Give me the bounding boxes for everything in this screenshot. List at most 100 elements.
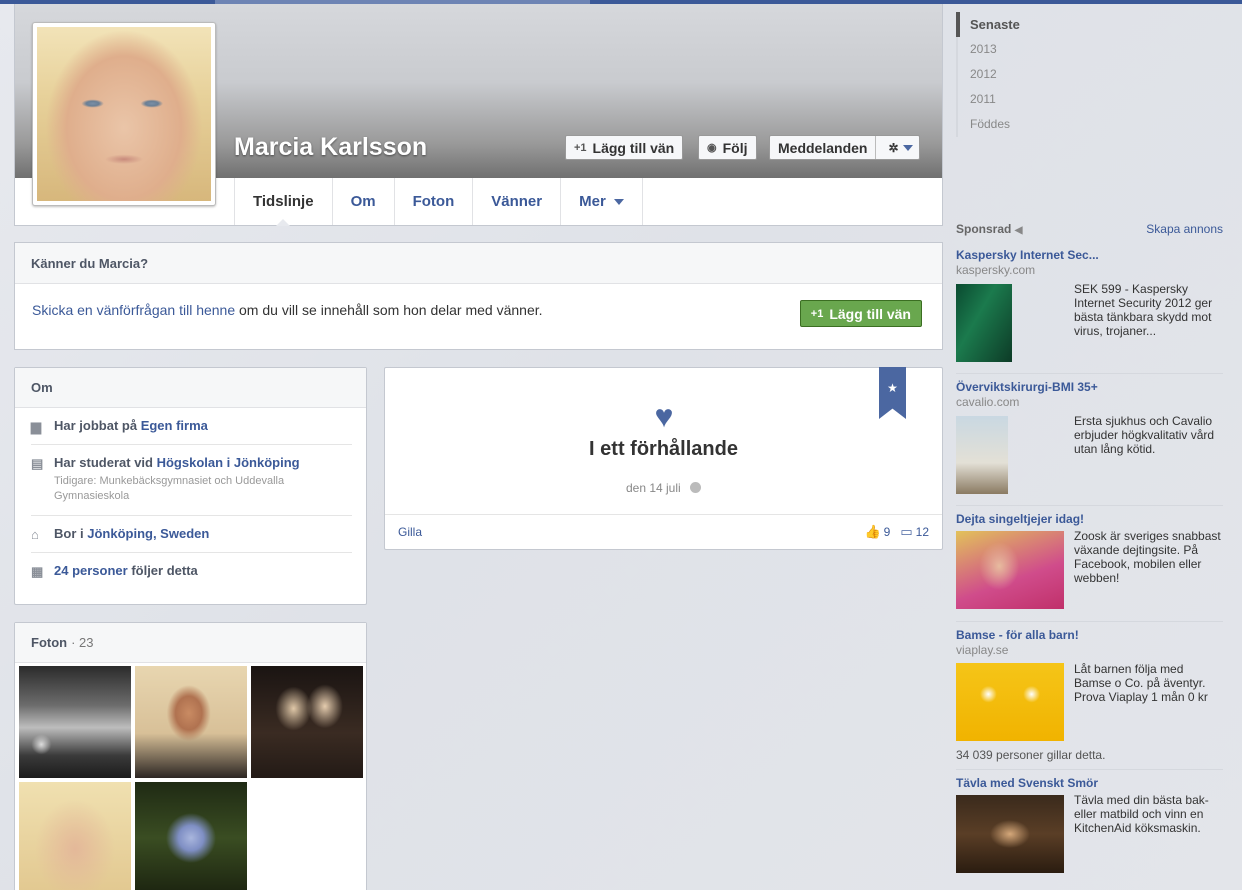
star-ribbon-icon[interactable]: ★ [879, 367, 906, 419]
about-title[interactable]: Om [15, 368, 366, 408]
ad-item[interactable]: Kaspersky Internet Sec... kaspersky.com … [956, 248, 1223, 362]
ad-title[interactable]: Tävla med Svenskt Smör [956, 776, 1223, 790]
life-event-footer: Gilla 👍 9 ▭ 12 [385, 515, 942, 549]
ad-image[interactable] [956, 284, 1012, 362]
ad-item[interactable]: Bamse - för alla barn! viaplay.se Låt ba… [956, 628, 1223, 762]
photo-thumbnail[interactable] [19, 666, 131, 778]
ad-description: Zoosk är sveriges snabbast växande dejti… [1074, 529, 1221, 585]
ad-item[interactable]: Tävla med Svenskt Smör Tävla med din bäs… [956, 776, 1223, 873]
messages-button[interactable]: Meddelanden [770, 136, 877, 159]
globe-icon [690, 482, 702, 493]
ad-title[interactable]: Bamse - för alla barn! [956, 628, 1223, 642]
about-box: Om ▆ Har jobbat på Egen firma ▤ Har stud… [14, 367, 367, 605]
ad-image[interactable] [956, 531, 1064, 609]
tab-about[interactable]: Om [331, 178, 394, 225]
life-event-title: I ett förhållande [589, 438, 738, 460]
life-event-card: ★ ♥ I ett förhållande den 14 juli Gilla … [384, 367, 943, 550]
lives-prefix: Bor i [54, 526, 88, 541]
tab-more-label: Mer [579, 193, 606, 210]
add-friend-green-label: Lägg till vän [829, 305, 911, 322]
add-friend-label: Lägg till vän [592, 139, 675, 156]
photo-thumbnail[interactable] [135, 666, 247, 778]
know-box-body: Skicka en vänförfrågan till henne om du … [15, 284, 942, 336]
tab-friends[interactable]: Vänner [472, 178, 560, 225]
heart-icon: ♥ [654, 398, 674, 434]
ad-image[interactable] [956, 795, 1064, 873]
briefcase-icon: ▆ [31, 419, 41, 434]
photos-header: Foton · 23 [15, 623, 366, 663]
tab-photos[interactable]: Foton [393, 178, 473, 225]
timeline-nav-born[interactable]: Föddes [956, 112, 1056, 137]
ad-description: Låt barnen följa med Bamse o Co. på även… [1074, 662, 1208, 704]
follow-button[interactable]: ◉ Följ [698, 135, 757, 160]
ad-description: SEK 599 - Kaspersky Internet Security 20… [1074, 282, 1213, 338]
timeline-nav-year[interactable]: 2012 [956, 62, 1056, 87]
life-event-date-text[interactable]: den 14 juli [626, 481, 681, 495]
ads-title-text: Sponsrad [956, 222, 1012, 236]
tab-more[interactable]: Mer [560, 178, 643, 225]
chevron-down-icon [902, 144, 913, 151]
ad-domain: viaplay.se [956, 643, 1009, 657]
profile-picture[interactable] [32, 22, 216, 206]
comments-count[interactable]: ▭ 12 [900, 524, 929, 540]
followers-row: ▦ 24 personer följer detta [31, 553, 352, 589]
likes-count-value: 9 [883, 525, 891, 539]
send-friend-request-link[interactable]: Skicka en vänförfrågan till henne [32, 302, 235, 318]
ads-title: Sponsrad ◀ [956, 222, 1022, 236]
photos-title[interactable]: Foton [31, 635, 67, 650]
ads-header: Sponsrad ◀ Skapa annons [956, 220, 1223, 238]
know-person-box: Känner du Marcia? Skicka en vänförfrågan… [14, 242, 943, 350]
add-friend-icon: +1 [810, 307, 824, 320]
work-row: ▆ Har jobbat på Egen firma [31, 408, 352, 445]
study-previous: Tidigare: Munkebäcksgymnasiet och Uddeva… [54, 475, 285, 502]
create-ad-link[interactable]: Skapa annons [1146, 222, 1223, 236]
ad-divider [956, 621, 1223, 622]
profile-picture-image [37, 27, 211, 201]
add-friend-green-button[interactable]: +1 Lägg till vän [799, 300, 922, 327]
like-link[interactable]: Gilla [398, 525, 422, 539]
thumbs-up-icon: 👍 [864, 524, 881, 539]
tab-timeline[interactable]: Tidslinje [234, 178, 332, 226]
ad-social-count: 34 039 personer gillar detta. [956, 748, 1106, 762]
options-dropdown[interactable]: ✲ [882, 136, 918, 159]
gear-icon: ✲ [888, 140, 899, 155]
life-event-date: den 14 juli [385, 481, 942, 495]
work-prefix: Har jobbat på [54, 418, 141, 433]
comments-count-value: 12 [915, 525, 929, 539]
ad-title[interactable]: Dejta singeltjejer idag! [956, 512, 1223, 526]
work-link[interactable]: Egen firma [141, 418, 208, 433]
ad-domain: kaspersky.com [956, 263, 1036, 277]
know-box-text: om du vill se innehåll som hon delar med… [235, 302, 543, 318]
sponsored-ads: Sponsrad ◀ Skapa annons Kaspersky Intern… [956, 220, 1223, 873]
photo-thumbnail[interactable] [19, 782, 131, 890]
timeline-nav-year[interactable]: 2011 [956, 87, 1056, 112]
timeline-nav-recent[interactable]: Senaste [956, 12, 1056, 37]
ad-divider [956, 769, 1223, 770]
comment-icon: ▭ [900, 524, 913, 539]
ad-divider [956, 505, 1223, 506]
lives-link[interactable]: Jönköping, Sweden [87, 526, 209, 541]
photo-thumbnail[interactable] [251, 666, 363, 778]
ad-description: Ersta sjukhus och Cavalio erbjuder högkv… [1074, 414, 1215, 456]
ad-image[interactable] [956, 663, 1064, 741]
know-box-title: Känner du Marcia? [15, 243, 942, 284]
photos-count: · 23 [71, 635, 94, 650]
followers-link[interactable]: 24 personer [54, 563, 128, 578]
study-link[interactable]: Högskolan i Jönköping [157, 455, 300, 470]
chevron-down-icon [613, 198, 624, 205]
messages-button-group: Meddelanden ✲ [769, 135, 920, 160]
ad-title[interactable]: Kaspersky Internet Sec... [956, 248, 1223, 262]
education-row: ▤ Har studerat vid Högskolan i Jönköping… [31, 445, 352, 516]
ad-domain: cavalio.com [956, 395, 1020, 409]
ad-image[interactable] [956, 416, 1008, 494]
timeline-nav-year[interactable]: 2013 [956, 37, 1056, 62]
ad-title[interactable]: Överviktskirurgi-BMI 35+ [956, 380, 1223, 394]
ad-item[interactable]: Dejta singeltjejer idag! Zoosk är sverig… [956, 512, 1223, 609]
photos-box: Foton · 23 [14, 622, 367, 890]
ad-item[interactable]: Överviktskirurgi-BMI 35+ cavalio.com Ers… [956, 380, 1223, 494]
profile-name[interactable]: Marcia Karlsson [234, 133, 427, 162]
photo-thumbnail[interactable] [135, 782, 247, 890]
likes-count[interactable]: 👍 9 [864, 524, 890, 540]
add-friend-button[interactable]: +1 Lägg till vän [565, 135, 684, 160]
timeline-nav: Senaste 2013 2012 2011 Föddes [956, 12, 1056, 137]
